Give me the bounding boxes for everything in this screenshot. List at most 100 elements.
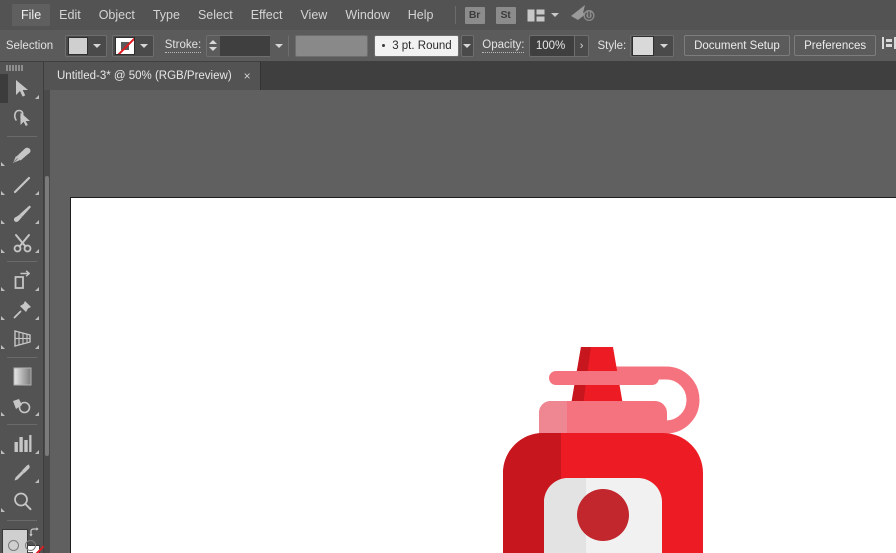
toolbar-divider: [7, 261, 37, 262]
chevron-down-icon: [660, 44, 668, 48]
ketchup-bottle-svg: [501, 323, 731, 553]
stroke-dropdown-button[interactable]: [135, 36, 153, 56]
bridge-icon[interactable]: Br: [465, 7, 485, 24]
active-tool-label: Selection: [6, 40, 53, 52]
menu-item-select[interactable]: Select: [189, 4, 242, 26]
stepper-up-icon: [209, 40, 217, 44]
paintbrush-tool[interactable]: [0, 199, 44, 228]
opacity-label[interactable]: Opacity:: [482, 39, 524, 53]
pen-nib-icon: [11, 146, 33, 166]
bar-chart-icon: [12, 434, 33, 453]
gradient-icon: [12, 367, 33, 386]
opacity-input[interactable]: 100%: [529, 35, 575, 57]
direct-selection-tool[interactable]: [0, 103, 44, 132]
screen-mode-icon[interactable]: [25, 540, 36, 551]
stock-icon[interactable]: St: [496, 7, 516, 24]
tool-flyout-indicator-left: [1, 450, 5, 454]
fill-dropdown-button[interactable]: [88, 36, 106, 56]
width-profile-dropdown-button[interactable]: [349, 36, 367, 56]
rotate-icon: [12, 270, 33, 291]
brush-definition-dropdown-button[interactable]: [461, 35, 475, 57]
stroke-swatch-none[interactable]: [115, 37, 135, 55]
toolbar-divider: [7, 357, 37, 358]
graphic-style-dropdown-button[interactable]: [655, 36, 673, 56]
menu-item-effect[interactable]: Effect: [242, 4, 292, 26]
line-segment-tool[interactable]: [0, 170, 44, 199]
style-label: Style:: [597, 40, 626, 52]
panel-drag-handle[interactable]: [0, 62, 43, 74]
column-graph-tool[interactable]: [0, 429, 44, 458]
illustrator-window: File Edit Object Type Select Effect View…: [0, 0, 896, 553]
artboard[interactable]: [70, 197, 896, 553]
graphic-style-swatch[interactable]: [632, 36, 654, 56]
close-icon[interactable]: ×: [244, 71, 251, 81]
tool-flyout-indicator: [1, 162, 5, 166]
menu-bar: File Edit Object Type Select Effect View…: [0, 0, 896, 30]
width-profile-preview: [296, 36, 349, 56]
eyedropper-tool[interactable]: [0, 458, 44, 487]
stroke-weight-control[interactable]: [206, 35, 289, 57]
creative-cloud-icon[interactable]: [570, 3, 596, 27]
pen-tool[interactable]: [0, 141, 44, 170]
toolbar-divider: [7, 424, 37, 425]
tool-flyout-indicator: [35, 249, 39, 253]
stroke-color-control[interactable]: [112, 35, 154, 57]
drawing-mode-icon[interactable]: [8, 540, 19, 551]
menu-bar-right-icons: Br St: [465, 3, 610, 27]
tool-flyout-indicator-left: [1, 316, 5, 320]
menu-item-object[interactable]: Object: [90, 4, 144, 26]
stroke-weight-label[interactable]: Stroke:: [165, 39, 201, 53]
tool-flyout-indicator: [35, 450, 39, 454]
opacity-expand-button[interactable]: ›: [574, 35, 588, 57]
gradient-tool[interactable]: [0, 362, 44, 391]
chevron-down-icon: [354, 44, 362, 48]
stroke-weight-dropdown-button[interactable]: [270, 35, 288, 57]
ketchup-bottle-illustration[interactable]: [501, 323, 731, 553]
stroke-weight-stepper[interactable]: [207, 36, 220, 56]
preferences-button[interactable]: Preferences: [794, 35, 876, 56]
free-transform-tool[interactable]: [0, 324, 44, 353]
toolbar-divider: [7, 520, 37, 521]
paintbrush-icon: [12, 203, 33, 224]
rotate-tool[interactable]: [0, 266, 44, 295]
graphic-style-control[interactable]: [630, 35, 674, 57]
menu-item-window[interactable]: Window: [336, 4, 398, 26]
menu-item-view[interactable]: View: [291, 4, 336, 26]
control-bar: Selection Stroke:: [0, 30, 896, 62]
document-setup-button[interactable]: Document Setup: [684, 35, 790, 56]
scrollbar-thumb[interactable]: [45, 176, 49, 456]
shape-builder-tool[interactable]: [0, 391, 44, 420]
stroke-weight-input[interactable]: [220, 36, 270, 56]
chevron-down-icon: [463, 44, 471, 48]
menu-item-edit[interactable]: Edit: [50, 4, 90, 26]
chevron-down-icon: [275, 44, 283, 48]
fill-control[interactable]: [65, 35, 107, 57]
document-tab[interactable]: Untitled-3* @ 50% (RGB/Preview) ×: [44, 62, 261, 90]
tool-flyout-indicator-left: [1, 220, 5, 224]
eyedropper-icon: [12, 462, 33, 483]
width-tool[interactable]: [0, 295, 44, 324]
toolbar-divider: [7, 136, 37, 137]
pushpin-icon: [12, 299, 33, 320]
menu-item-help[interactable]: Help: [399, 4, 443, 26]
brush-definition-control[interactable]: 3 pt. Round: [374, 35, 458, 57]
zoom-tool[interactable]: [0, 487, 44, 516]
arrange-documents-icon[interactable]: [527, 9, 559, 22]
tool-flyout-indicator-left: [1, 249, 5, 253]
vertical-scrollbar[interactable]: [44, 90, 50, 553]
fill-swatch[interactable]: [68, 37, 88, 55]
canvas-area[interactable]: [44, 90, 896, 553]
tool-flyout-indicator: [35, 412, 39, 416]
align-objects-icon[interactable]: [882, 36, 896, 55]
tools-panel: [0, 62, 44, 553]
menu-item-file[interactable]: File: [12, 4, 50, 26]
scissors-tool[interactable]: [0, 228, 44, 257]
brush-preview-icon: [382, 44, 385, 47]
screen-mode-row: [0, 537, 44, 553]
chevron-down-icon: [140, 44, 148, 48]
variable-width-profile-control[interactable]: [295, 35, 368, 57]
brush-definition-label: 3 pt. Round: [392, 40, 451, 52]
tool-flyout-indicator-left: [1, 412, 5, 416]
menu-item-type[interactable]: Type: [144, 4, 189, 26]
selection-tool[interactable]: [0, 74, 44, 103]
